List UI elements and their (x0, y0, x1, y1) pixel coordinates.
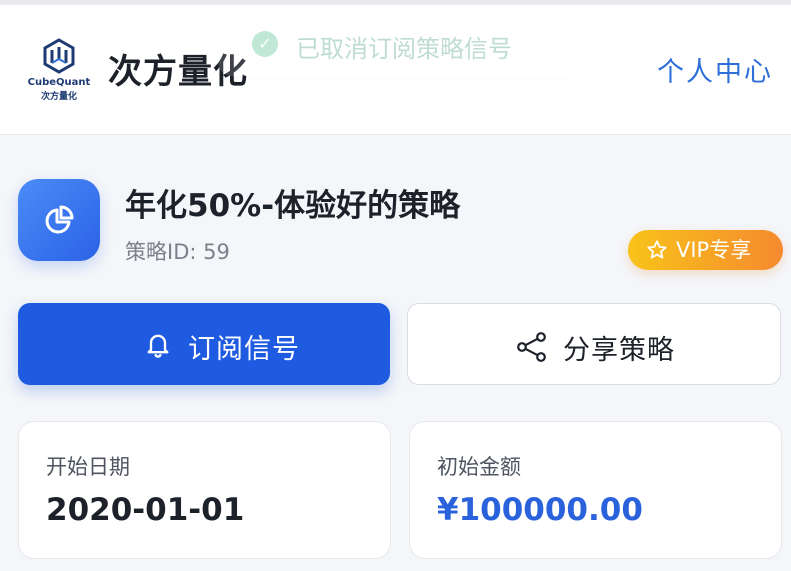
share-button-label: 分享策略 (563, 335, 675, 366)
initial-amount-label: 初始金额 (437, 455, 521, 479)
vip-label: VIP专享 (676, 238, 752, 262)
check-circle-icon: ✓ (252, 31, 278, 57)
subscribe-button-label: 订阅信号 (188, 334, 300, 365)
bell-icon (147, 334, 169, 358)
header-top-divider (0, 0, 791, 5)
star-icon (647, 240, 667, 259)
top-header: CubeQuant 次方量化 次方量化 ✓ 已取消订阅策略信号 个人中心 (0, 0, 791, 135)
pie-chart-icon (45, 205, 74, 234)
initial-amount-card: 初始金额 ¥100000.00 (409, 421, 782, 559)
start-date-label: 开始日期 (46, 455, 130, 479)
start-date-value: 2020-01-01 (46, 492, 245, 528)
strategy-id: 策略ID: 59 (125, 240, 230, 264)
vip-badge: VIP专享 (628, 230, 783, 270)
logo-chinese-text: 次方量化 (40, 92, 77, 102)
toast-text: 已取消订阅策略信号 (296, 35, 512, 63)
share-strategy-button[interactable]: 分享策略 (407, 303, 781, 385)
share-icon (517, 332, 546, 362)
toast-notification: ✓ 已取消订阅策略信号 (218, 14, 580, 76)
cubequant-logo[interactable]: CubeQuant 次方量化 (26, 36, 92, 102)
start-date-card: 开始日期 2020-01-01 (18, 421, 391, 559)
user-center-link[interactable]: 个人中心 (657, 50, 773, 89)
logo-english-text: CubeQuant (27, 77, 91, 88)
strategy-avatar (18, 179, 100, 261)
strategy-title: 年化50%-体验好的策略 (125, 188, 461, 224)
cube-logo-icon (43, 38, 75, 74)
initial-amount-value: ¥100000.00 (437, 492, 643, 528)
subscribe-signal-button[interactable]: 订阅信号 (18, 303, 390, 385)
